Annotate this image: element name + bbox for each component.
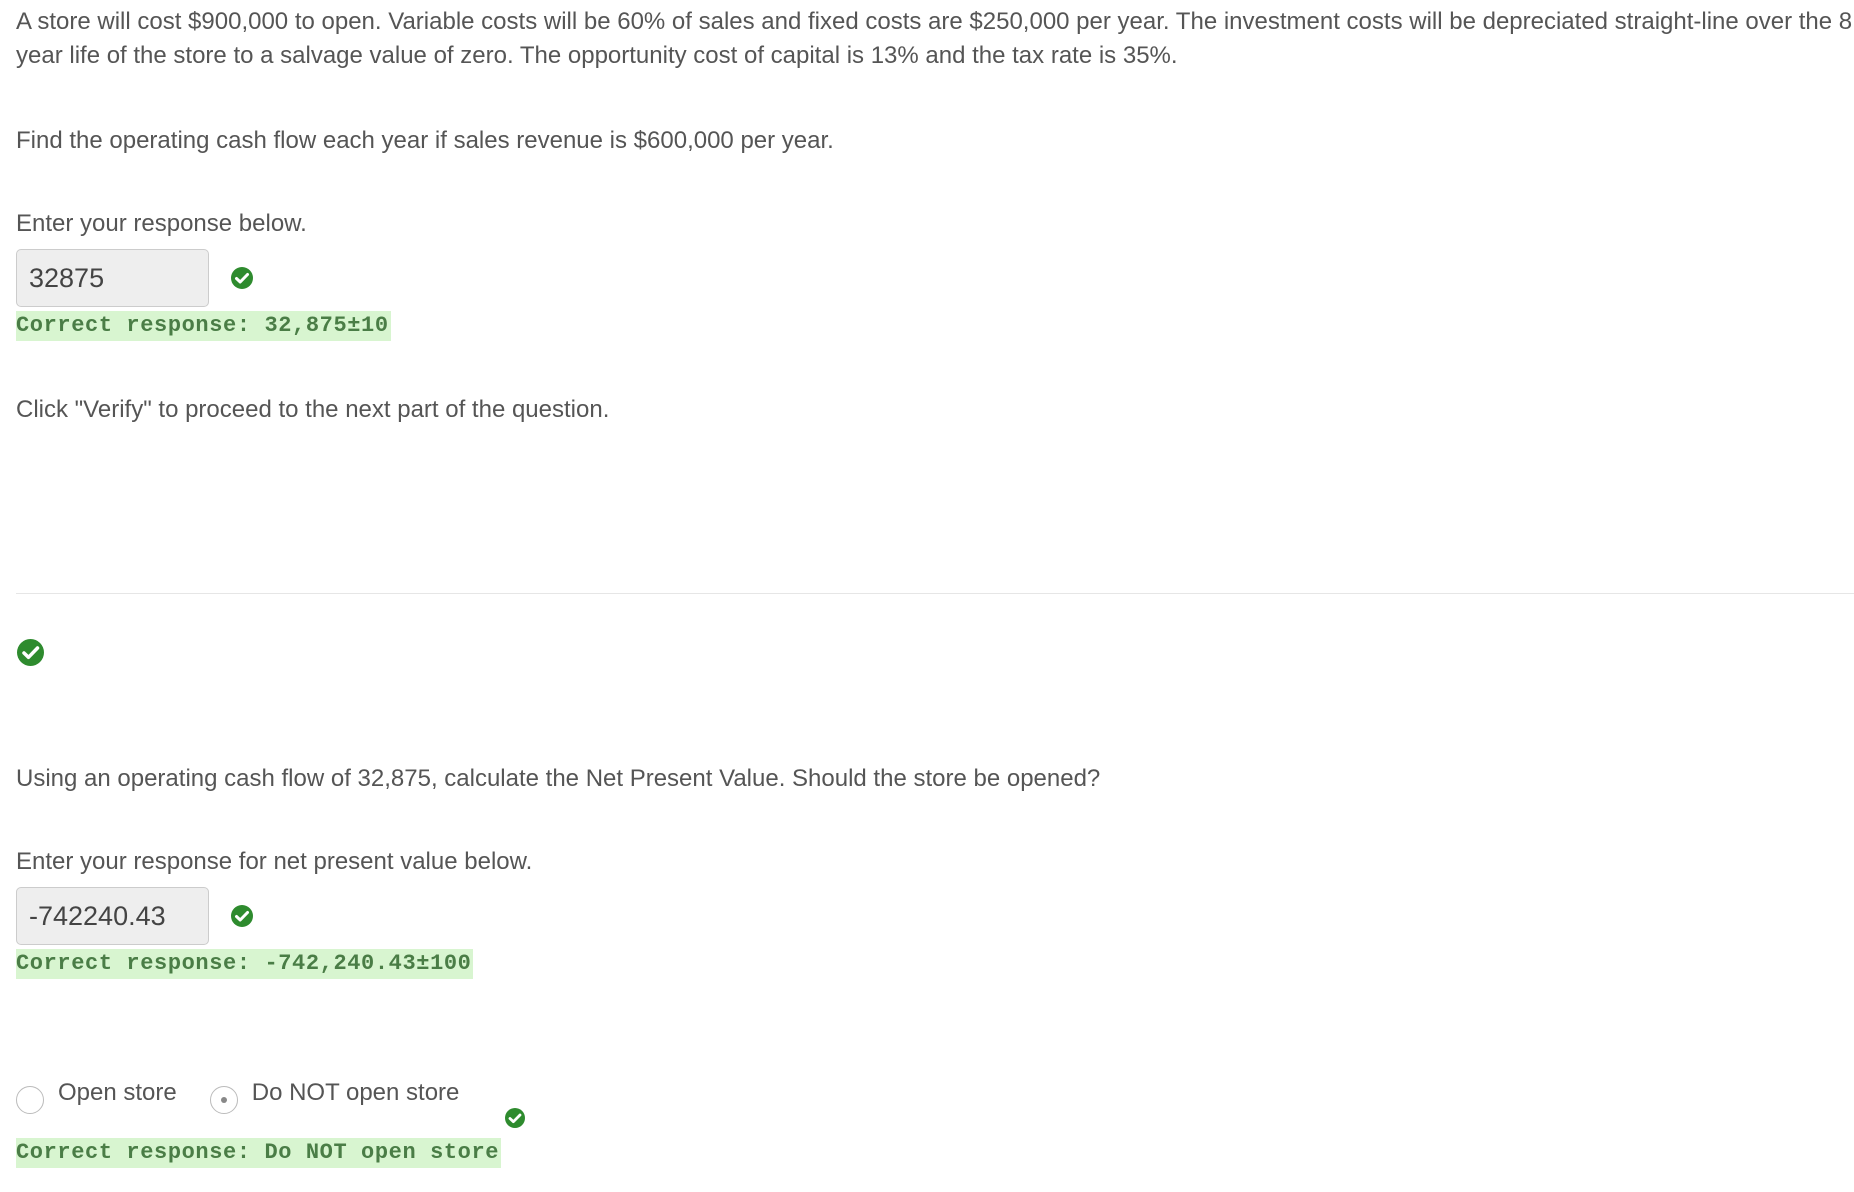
check-circle-icon xyxy=(231,267,253,289)
question-intro: A store will cost $900,000 to open. Vari… xyxy=(16,8,1853,69)
radio-selected-dot xyxy=(220,1097,227,1103)
decision-radio-group: Open store Do NOT open store xyxy=(16,1076,492,1114)
part2-answer-row: -742240.43 xyxy=(16,887,254,945)
part1-correct-response: Correct response: 32,875±10 xyxy=(16,311,391,341)
part3-correct-response: Correct response: Do NOT open store xyxy=(16,1138,502,1168)
check-circle-icon xyxy=(505,1108,525,1128)
part1-answer-input[interactable]: 32875 xyxy=(16,249,209,307)
radio-button-do-not-open[interactable] xyxy=(209,1086,238,1114)
radio-option-do-not-open[interactable]: Do NOT open store xyxy=(209,1076,460,1114)
radio-label-open-store: Open store xyxy=(58,1079,177,1106)
part1-enter-label: Enter your response below. xyxy=(16,210,307,237)
radio-option-open-store[interactable]: Open store xyxy=(16,1076,177,1114)
check-circle-icon xyxy=(17,639,44,666)
part1-answer-row: 32875 xyxy=(16,249,254,307)
part2-enter-label: Enter your response for net present valu… xyxy=(16,848,533,875)
radio-button-open-store[interactable] xyxy=(16,1086,44,1114)
part2-answer-input[interactable]: -742240.43 xyxy=(16,887,209,945)
check-circle-icon xyxy=(231,905,253,927)
part1-prompt: Find the operating cash flow each year i… xyxy=(16,127,834,154)
section-divider xyxy=(16,593,1854,594)
part2-correct-response: Correct response: -742,240.43±100 xyxy=(16,949,474,979)
radio-label-do-not-open: Do NOT open store xyxy=(251,1079,460,1106)
verify-note: Click "Verify" to proceed to the next pa… xyxy=(16,396,610,423)
part2-prompt: Using an operating cash flow of 32,875, … xyxy=(16,765,1101,792)
